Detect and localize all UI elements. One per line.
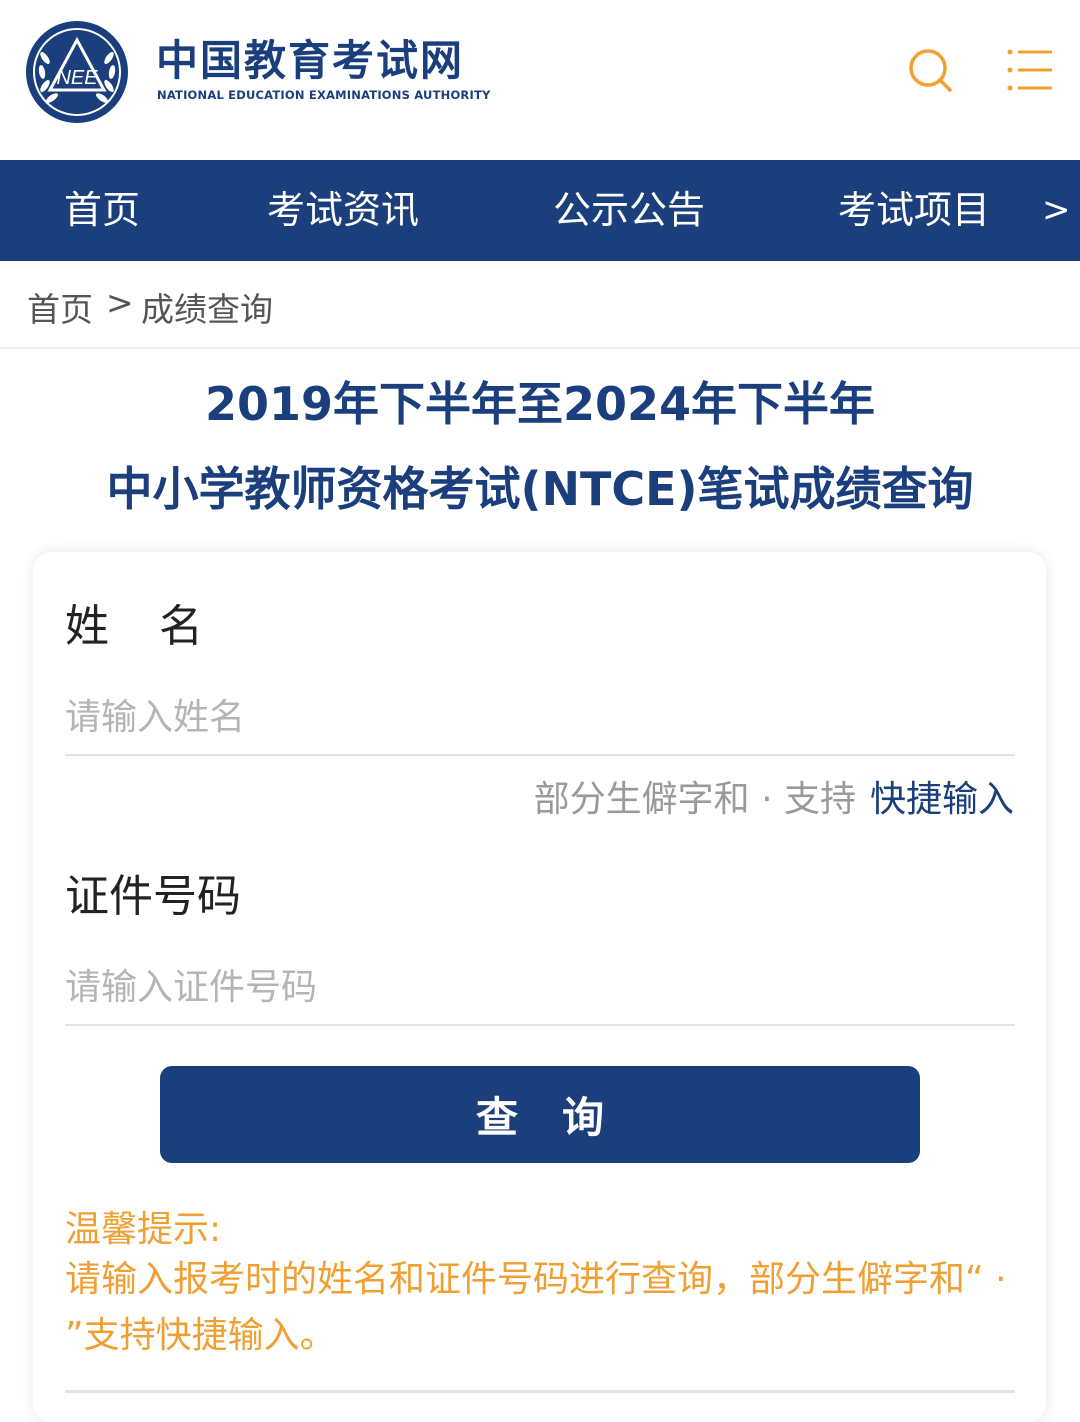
menu-icon[interactable] [1006,46,1054,94]
id-number-label: 证件号码 [65,871,241,922]
breadcrumb-separator: > [106,283,134,322]
breadcrumb-current: 成绩查询 [141,290,273,329]
page-title-line1: 2019年下半年至2024年下半年 [204,377,876,431]
query-button[interactable]: 查询 [160,1066,920,1163]
logo-emblem-text: NEE [56,67,98,89]
site-title: 中国教育考试网 [156,36,465,85]
id-number-input[interactable] [65,950,1015,1026]
nav-item-exam-projects[interactable]: 考试项目 [838,160,990,261]
input-hint-text: 部分生僻字和 · 支持 [533,779,856,820]
page-title-line2: 中小学教师资格考试(NTCE)笔试成绩查询 [106,462,974,516]
nav-item-announcements[interactable]: 公示公告 [553,160,705,261]
breadcrumb-home[interactable]: 首页 [27,283,93,331]
nav-item-exam-news[interactable]: 考试资讯 [267,160,419,261]
input-hint: 部分生僻字和 · 支持 快捷输入 [534,770,1014,822]
nav-item-home[interactable]: 首页 [64,160,140,261]
tips-body: 请输入报考时的姓名和证件号码进行查询，部分生僻字和“ · ”支持快捷输入。 [65,1259,1007,1356]
nee-logo-icon[interactable]: NEE [24,20,130,124]
name-input[interactable] [65,680,1015,756]
site-header: NEE 中国教育考试网 NATIONAL EDUCATION EXAMINATI… [0,0,1080,160]
nav-more-arrow[interactable]: > [1042,160,1071,261]
quick-input-link[interactable]: 快捷输入 [870,779,1014,820]
site-subtitle: NATIONAL EDUCATION EXAMINATIONS AUTHORIT… [157,88,491,102]
breadcrumb: 首页 > 成绩查询 [0,261,1080,349]
name-label: 姓名 [65,601,253,652]
query-form-card: 姓名 部分生僻字和 · 支持快捷输入 证件号码 查询 温馨提示: 请输入报考时的… [33,552,1046,1422]
main-nav: 首页 考试资讯 公示公告 考试项目 > [0,160,1080,261]
divider [65,1390,1015,1393]
search-icon[interactable] [906,46,954,94]
tips-title: 温馨提示: [65,1209,222,1250]
